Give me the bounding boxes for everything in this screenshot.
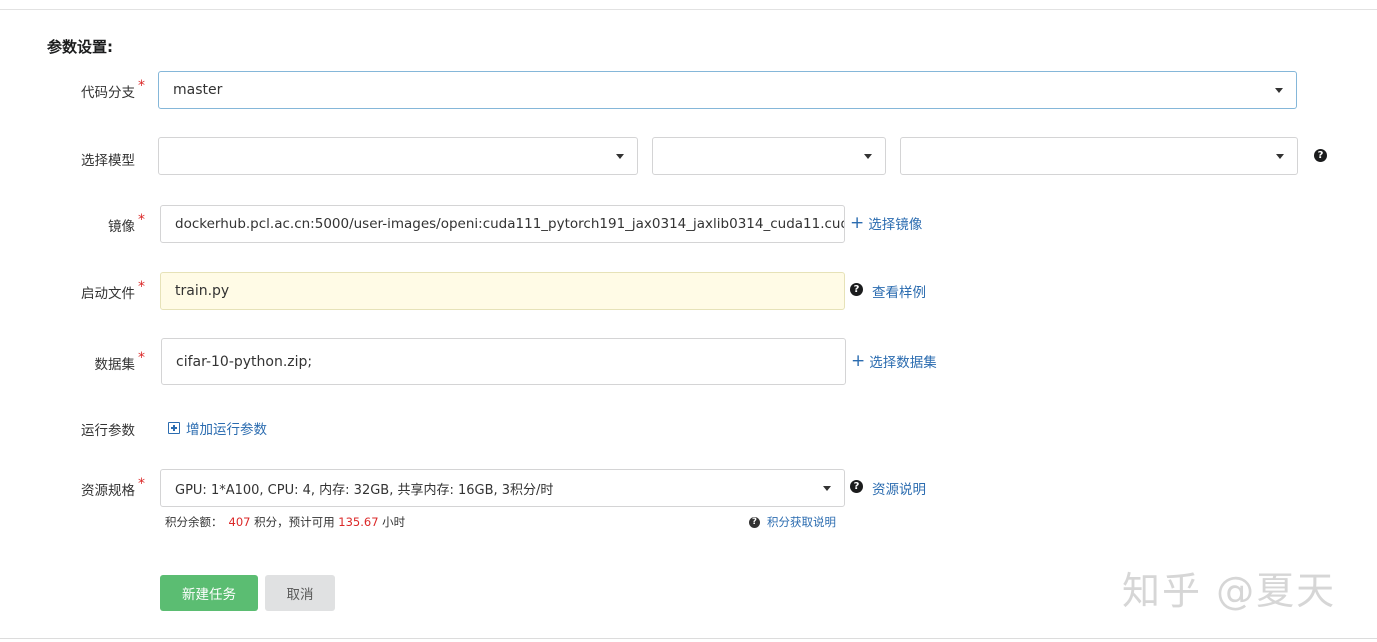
model-select-1[interactable] [158,137,638,175]
branch-select[interactable]: master [158,71,1297,109]
image-label: 镜像 [108,219,135,235]
branch-label: 代码分支 [81,85,135,101]
plus-square-icon [168,422,180,434]
select-image-label: 选择镜像 [868,217,923,233]
question-circle-icon: ? [749,517,760,528]
points-balance: 积分余额： 407 积分，预计可用 135.67 小时 [165,514,405,530]
resource-value: GPU: 1*A100, CPU: 4, 内存: 32GB, 共享内存: 16G… [175,482,554,498]
top-divider [0,9,1377,10]
image-value: dockerhub.pcl.ac.cn:5000/user-images/ope… [175,216,845,232]
plus-icon: + [851,350,866,371]
plus-icon: + [850,212,865,233]
question-circle-icon: ? [850,480,863,493]
dataset-input[interactable]: cifar-10-python.zip; [161,338,846,385]
select-dataset-link[interactable]: + 选择数据集 [851,351,937,371]
balance-prefix: 积分余额： [165,515,223,529]
chevron-down-icon [864,154,872,159]
section-title: 参数设置: [47,38,113,56]
resource-info-link[interactable]: 资源说明 [872,478,926,498]
dataset-value: cifar-10-python.zip; [176,353,313,370]
dataset-label: 数据集 [94,357,136,373]
run-params-label: 运行参数 [81,423,135,439]
resource-label: 资源规格 [81,483,135,499]
chevron-down-icon [1276,154,1284,159]
model-select-3[interactable] [900,137,1298,175]
boot-file-input[interactable]: train.py [160,272,845,310]
boot-file-label: 启动文件 [81,286,135,302]
branch-required-mark: * [138,78,145,94]
question-circle-icon: ? [850,283,863,296]
bottom-divider [0,638,1377,639]
create-task-button[interactable]: 新建任务 [160,575,258,611]
balance-value: 407 [228,515,251,529]
balance-mid: 积分，预计可用 [254,515,335,529]
hours-value: 135.67 [338,515,379,529]
watermark: 知乎 @夏天 [1122,569,1337,613]
boot-file-required-mark: * [138,279,145,295]
question-circle-icon[interactable]: ? [1314,149,1327,162]
chevron-down-icon [616,154,624,159]
chevron-down-icon [823,486,831,491]
select-dataset-label: 选择数据集 [869,355,937,371]
boot-file-value: train.py [175,283,230,299]
dataset-required-mark: * [138,350,145,366]
add-run-param-link[interactable]: 增加运行参数 [168,418,267,438]
chevron-down-icon [1275,88,1283,93]
branch-value: master [173,82,223,98]
select-image-link[interactable]: + 选择镜像 [850,213,922,233]
hours-suffix: 小时 [382,515,406,529]
points-info-link[interactable]: 积分获取说明 [767,514,836,530]
cancel-button[interactable]: 取消 [265,575,335,611]
resource-required-mark: * [138,476,145,492]
image-required-mark: * [138,212,145,228]
view-example-link[interactable]: 查看样例 [872,281,926,301]
add-run-param-label: 增加运行参数 [186,422,267,438]
model-label: 选择模型 [81,153,135,169]
resource-select[interactable]: GPU: 1*A100, CPU: 4, 内存: 32GB, 共享内存: 16G… [160,469,845,507]
image-input[interactable]: dockerhub.pcl.ac.cn:5000/user-images/ope… [160,205,845,243]
model-select-2[interactable] [652,137,886,175]
